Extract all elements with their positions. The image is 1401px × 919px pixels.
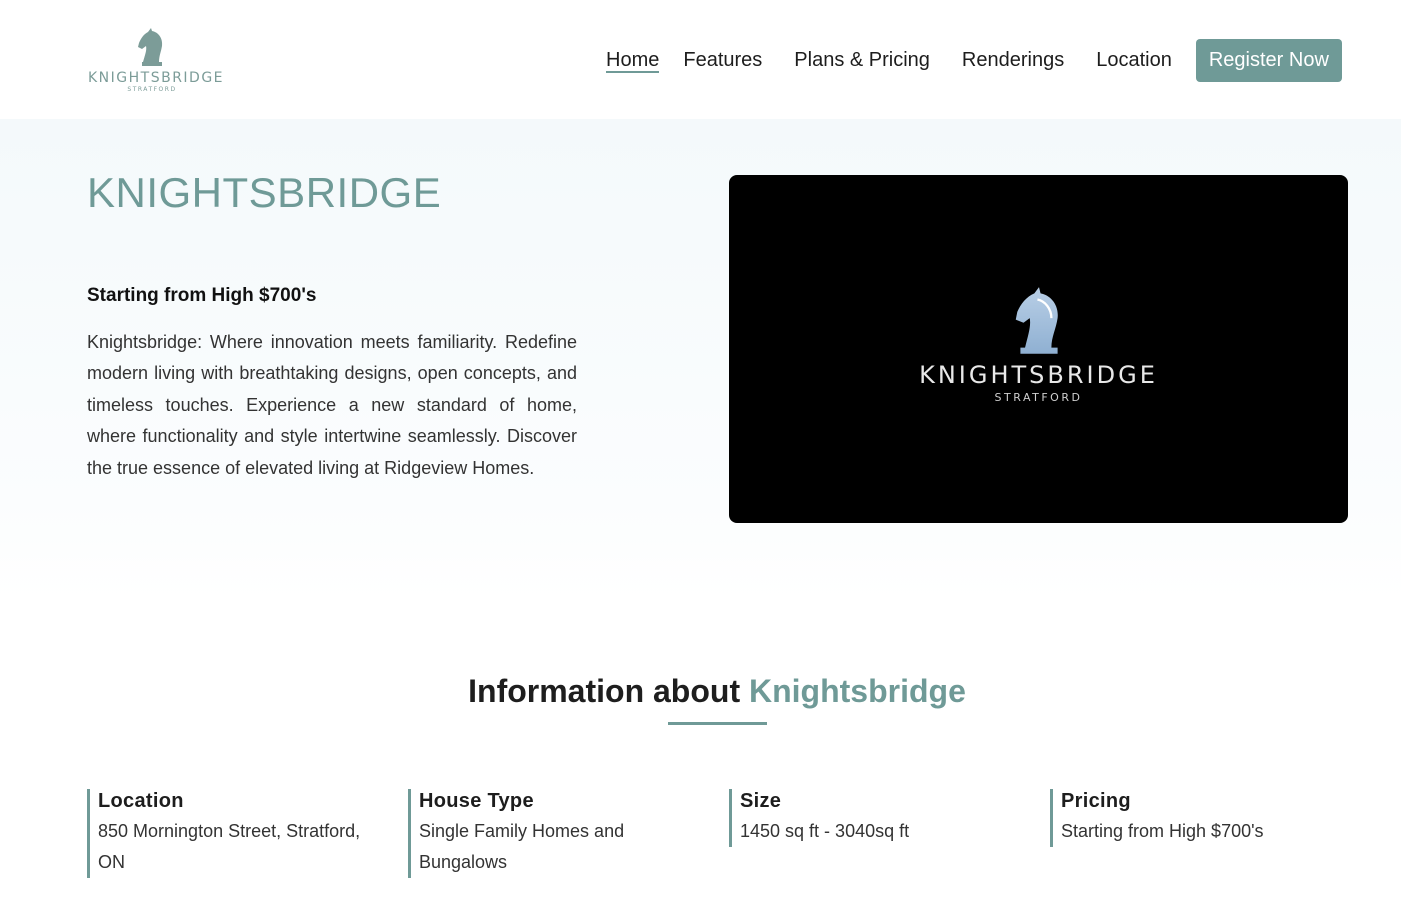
info-item-house-type: House Type Single Family Homes and Bunga… xyxy=(408,789,668,878)
info-label: Location xyxy=(98,790,184,812)
hero-price-subtitle: Starting from High $700's xyxy=(87,285,317,306)
info-value: Starting from High $700's xyxy=(1061,821,1264,841)
info-item-location: Location 850 Mornington Street, Stratfor… xyxy=(87,789,387,878)
site-header: KNIGHTSBRIDGE STRATFORD Home Features Pl… xyxy=(0,0,1401,119)
info-label: Size xyxy=(740,790,782,812)
nav-plans-pricing[interactable]: Plans & Pricing xyxy=(794,38,930,82)
info-title-prefix: Information about xyxy=(468,673,741,709)
video-wordmark: KNIGHTSBRIDGE xyxy=(919,361,1158,389)
info-value: 1450 sq ft - 3040sq ft xyxy=(740,821,910,841)
hero-title: KNIGHTSBRIDGE xyxy=(87,169,442,216)
info-label: Pricing xyxy=(1061,790,1131,812)
knight-chess-icon xyxy=(138,28,163,66)
register-now-button[interactable]: Register Now xyxy=(1195,38,1342,82)
info-value: 850 Mornington Street, Stratford, ON xyxy=(98,821,361,872)
nav-features[interactable]: Features xyxy=(683,38,762,82)
nav-home[interactable]: Home xyxy=(606,38,660,82)
nav-location[interactable]: Location xyxy=(1096,38,1172,82)
info-value: Single Family Homes and Bungalows xyxy=(419,821,625,872)
video-subtext: STRATFORD xyxy=(994,391,1083,404)
main-nav: Home Features Plans & Pricing Renderings… xyxy=(606,38,1342,82)
nav-renderings[interactable]: Renderings xyxy=(962,38,1064,82)
site-logo[interactable]: KNIGHTSBRIDGE STRATFORD xyxy=(88,28,225,100)
logo-wordmark: KNIGHTSBRIDGE xyxy=(88,70,225,86)
hero-video[interactable]: KNIGHTSBRIDGE STRATFORD xyxy=(729,175,1348,523)
info-item-size: Size 1450 sq ft - 3040sq ft xyxy=(729,789,989,847)
video-logo: KNIGHTSBRIDGE STRATFORD xyxy=(729,287,1348,404)
logo-subtext: STRATFORD xyxy=(127,86,177,93)
hero-description: Knightsbridge: Where innovation meets fa… xyxy=(87,332,577,478)
info-label: House Type xyxy=(419,790,534,812)
hero-section: KNIGHTSBRIDGE Starting from High $700's … xyxy=(0,119,1401,599)
info-title-accent: Knightsbridge xyxy=(748,673,966,709)
knight-chess-icon xyxy=(1015,287,1058,354)
info-title-underline xyxy=(668,722,767,725)
info-item-pricing: Pricing Starting from High $700's xyxy=(1050,789,1350,847)
info-section-title: Information about Knightsbridge xyxy=(0,673,1401,710)
